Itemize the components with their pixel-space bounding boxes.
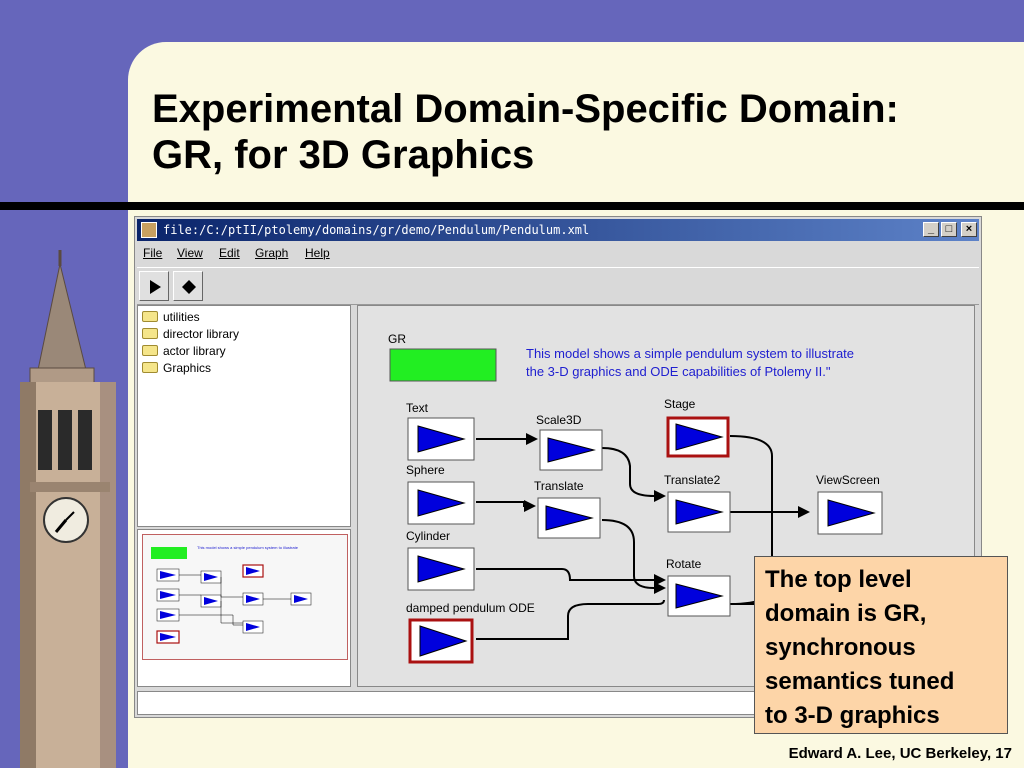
actor-text[interactable]: Text [406, 401, 475, 461]
actor-label: Stage [664, 397, 696, 411]
actor-label: Cylinder [406, 529, 450, 543]
stop-icon [182, 280, 196, 294]
callout-line: synchronous [765, 634, 916, 661]
slide-title-line-1: Experimental Domain-Specific Domain: [152, 87, 899, 131]
menubar: File View Edit Graph Help [137, 243, 979, 265]
overview-viewport[interactable]: This model shows a simple pendulum syste… [142, 534, 348, 660]
actor-label: damped pendulum ODE [406, 601, 535, 615]
actor-stage[interactable]: Stage [664, 397, 730, 458]
slide-title: Experimental Domain-Specific Domain: GR,… [152, 86, 899, 178]
menu-file[interactable]: File [143, 246, 162, 260]
window-titlebar[interactable]: file:/C:/ptII/ptolemy/domains/gr/demo/Pe… [137, 219, 979, 241]
actor-rotate[interactable]: Rotate [666, 557, 731, 617]
app-icon [141, 222, 157, 238]
actor-damped-pendulum-ode[interactable]: damped pendulum ODE [406, 601, 535, 664]
maximize-button[interactable]: □ [941, 222, 957, 237]
annotation-line-2: the 3-D graphics and ODE capabilities of… [526, 364, 831, 379]
run-button[interactable] [139, 271, 169, 301]
annotation-line-1: This model shows a simple pendulum syste… [526, 346, 854, 361]
gr-director[interactable] [389, 348, 497, 382]
actor-translate2[interactable]: Translate2 [664, 473, 731, 533]
play-icon [150, 280, 161, 294]
director-label: GR [388, 332, 406, 346]
window-title: file:/C:/ptII/ptolemy/domains/gr/demo/Pe… [163, 223, 590, 237]
actor-label: Translate [534, 479, 584, 493]
stop-button[interactable] [173, 271, 203, 301]
menu-view[interactable]: View [177, 246, 203, 260]
actor-label: Translate2 [664, 473, 721, 487]
actor-label: Text [406, 401, 429, 415]
library-item-actor-library[interactable]: actor library [142, 344, 226, 360]
actor-translate[interactable]: Translate [534, 479, 601, 539]
library-tree: utilities director library actor library… [137, 305, 351, 527]
actor-cylinder[interactable]: Cylinder [406, 529, 475, 591]
menu-graph[interactable]: Graph [255, 246, 288, 260]
menu-help[interactable]: Help [305, 246, 330, 260]
callout-line: semantics tuned [765, 668, 955, 695]
actor-label: Rotate [666, 557, 702, 571]
slide-title-line-2: GR, for 3D Graphics [152, 133, 535, 177]
actor-scale3d[interactable]: Scale3D [536, 413, 603, 471]
callout-box: The top level domain is GR, synchronous … [754, 556, 1008, 734]
graph-overview-panel[interactable]: This model shows a simple pendulum syste… [137, 529, 351, 687]
library-item-director-library[interactable]: director library [142, 327, 239, 343]
close-button[interactable]: × [961, 222, 977, 237]
actor-viewscreen[interactable]: ViewScreen [816, 473, 883, 535]
folder-icon [142, 328, 158, 339]
actor-label: Sphere [406, 463, 445, 477]
overview-annotation: This model shows a simple pendulum syste… [197, 545, 299, 550]
actor-label: Scale3D [536, 413, 582, 427]
actor-sphere[interactable]: Sphere [406, 463, 475, 525]
library-item-utilities[interactable]: utilities [142, 310, 200, 326]
slide-footer: Edward A. Lee, UC Berkeley, 17 [788, 745, 1012, 762]
toolbar [137, 267, 979, 305]
campanile-tower-image [20, 250, 116, 768]
folder-icon [142, 362, 158, 373]
actor-label: ViewScreen [816, 473, 880, 487]
menu-edit[interactable]: Edit [219, 246, 240, 260]
callout-line: The top level [765, 566, 912, 593]
callout-line: domain is GR, [765, 600, 927, 627]
folder-icon [142, 345, 158, 356]
callout-line: to 3-D graphics [765, 702, 940, 729]
folder-icon [142, 311, 158, 322]
overview-thumbnail: This model shows a simple pendulum syste… [151, 545, 312, 644]
title-rule [0, 202, 1024, 210]
minimize-button[interactable]: _ [923, 222, 939, 237]
library-item-graphics[interactable]: Graphics [142, 361, 211, 377]
